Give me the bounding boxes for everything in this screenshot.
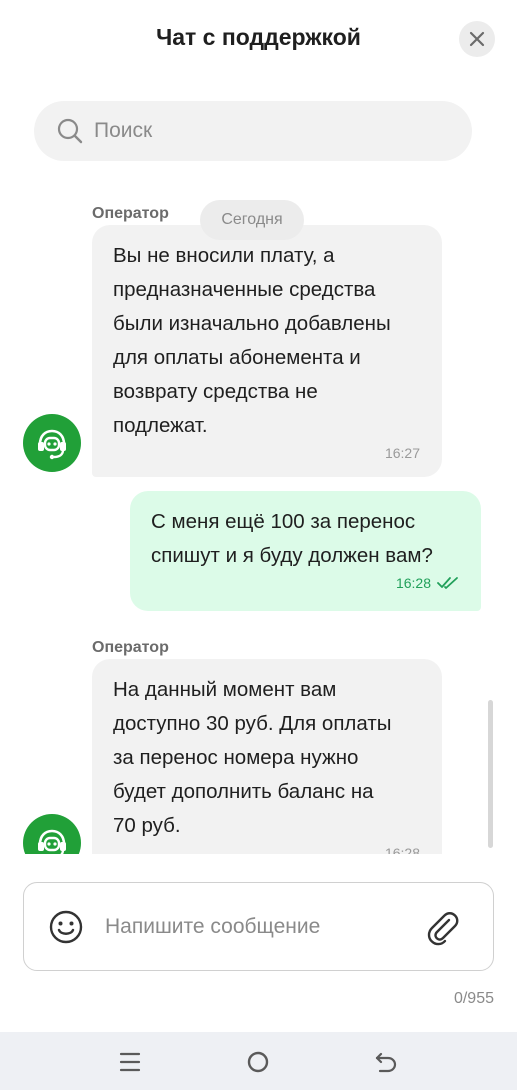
emoji-icon [49,910,83,943]
page-title: Чат с поддержкой [156,24,361,50]
message-time: 16:28 [395,575,431,591]
back-button[interactable] [372,1048,400,1076]
message-bubble-incoming: Вы не вносили плату, а предназначенные с… [92,225,442,477]
char-counter: 0/955 [453,990,494,1007]
chat-area[interactable]: Оператор Вы не вносили плату, а предназн… [0,180,517,854]
close-button[interactable] [459,21,495,57]
message-text: С меня ещё 100 за перенос спишут и я буд… [151,510,433,567]
double-check-icon [437,576,459,590]
system-navigation-bar [0,1032,517,1090]
recent-apps-button[interactable] [116,1048,144,1076]
sender-label: Оператор [92,205,169,222]
attach-button[interactable] [420,905,464,949]
message-meta: 16:27 [113,445,420,461]
home-circle-icon [247,1051,269,1073]
message-input[interactable] [105,914,395,939]
message-composer[interactable] [23,882,494,971]
header: Чат с поддержкой [0,0,517,80]
message-meta: 16:28 [151,575,459,591]
search-icon [56,117,84,145]
message-bubble-incoming: На данный момент вам доступно 30 руб. Дл… [92,659,442,854]
home-button[interactable] [244,1048,272,1076]
message-bubble-outgoing: С меня ещё 100 за перенос спишут и я буд… [130,491,481,611]
headset-icon [38,429,66,460]
message-text: Вы не вносили плату, а предназначенные с… [113,244,391,437]
date-chip: Сегодня [200,200,304,240]
message-time: 16:28 [384,845,420,854]
sender-label: Оператор [92,639,169,656]
search-bar[interactable] [34,101,472,161]
menu-lines-icon [119,1052,141,1072]
close-icon [469,31,485,47]
paperclip-icon [427,912,459,946]
message-time: 16:27 [384,445,420,461]
back-arrow-icon [375,1052,397,1073]
emoji-button[interactable] [46,907,86,947]
message-meta: 16:28 [113,845,420,854]
operator-avatar [23,414,81,472]
chat-scrollbar[interactable] [488,700,493,848]
message-text: На данный момент вам доступно 30 руб. Дл… [113,678,392,837]
operator-avatar [23,814,81,854]
headset-icon [38,829,66,854]
search-input[interactable] [94,119,414,143]
